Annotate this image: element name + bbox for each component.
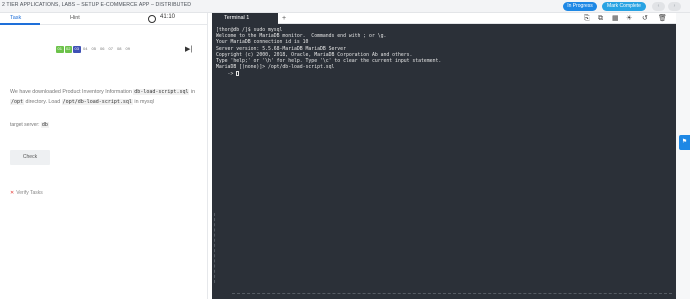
step-item[interactable]: 01 bbox=[56, 46, 64, 53]
status-badge: In Progress bbox=[563, 2, 597, 11]
active-tab-indicator bbox=[0, 23, 40, 25]
timer-icon bbox=[148, 15, 156, 23]
step-item[interactable]: 06 bbox=[99, 46, 107, 53]
step-item[interactable]: 05 bbox=[90, 46, 98, 53]
copy-icon[interactable]: ⎘ bbox=[584, 14, 590, 23]
task-text: in bbox=[190, 89, 196, 95]
grid-icon[interactable]: ▦ bbox=[612, 14, 619, 23]
history-icon[interactable]: ↺ bbox=[642, 14, 648, 23]
task-tabs: Task Hint 41:10 bbox=[0, 13, 208, 25]
add-terminal-button[interactable]: + bbox=[282, 13, 286, 24]
terminal-cursor bbox=[236, 71, 240, 77]
timer: 41:10 bbox=[160, 14, 176, 20]
step-item[interactable]: 08 bbox=[116, 46, 124, 53]
terminal-header: Terminal 1 + ⎘ ⧉ ▦ ☀ ↺ 🗑 bbox=[212, 13, 676, 24]
delete-icon[interactable]: 🗑 bbox=[658, 14, 667, 23]
side-strip bbox=[676, 13, 690, 299]
code-snippet: /opt bbox=[10, 99, 25, 105]
scroll-marker bbox=[214, 213, 216, 283]
prev-button[interactable]: ‹ bbox=[652, 2, 665, 11]
close-icon: ✕ bbox=[10, 190, 15, 196]
target-value: db bbox=[40, 122, 49, 128]
code-snippet: /opt/db-load-script.sql bbox=[61, 99, 133, 105]
top-bar: 2 TIER APPLICATIONS, LABS – SETUP E-COMM… bbox=[0, 0, 690, 13]
tab-task[interactable]: Task bbox=[10, 15, 21, 21]
target-server: target server: db bbox=[10, 122, 49, 128]
task-text: in mysql bbox=[134, 99, 154, 105]
step-item[interactable]: 07 bbox=[107, 46, 115, 53]
help-icon[interactable]: ⚑ bbox=[679, 135, 690, 150]
external-icon[interactable]: ⧉ bbox=[598, 14, 603, 23]
task-text: directory. Load bbox=[25, 99, 61, 105]
tab-hint[interactable]: Hint bbox=[70, 15, 80, 21]
step-item[interactable]: 03 bbox=[73, 46, 81, 53]
task-text: We have downloaded Product Inventory Inf… bbox=[10, 89, 132, 95]
step-item[interactable]: 09 bbox=[124, 46, 132, 53]
terminal-output[interactable]: [thor@db /]$ sudo mysql Welcome to the Ma… bbox=[216, 28, 672, 79]
brightness-icon[interactable]: ☀ bbox=[626, 14, 632, 23]
target-label: target server: bbox=[10, 122, 40, 128]
check-button[interactable]: Check bbox=[10, 150, 50, 165]
step-item[interactable]: 04 bbox=[82, 46, 90, 53]
task-description: We have downloaded Product Inventory Inf… bbox=[10, 87, 200, 107]
terminal-prompt-line: -> bbox=[216, 71, 672, 78]
task-panel: Task Hint 41:10 01 02 03 04 05 06 07 08 … bbox=[0, 13, 208, 299]
skip-icon[interactable]: ▶| bbox=[185, 45, 192, 53]
terminal-line: -> bbox=[216, 72, 237, 78]
verify-label: Verify Tasks bbox=[16, 190, 43, 196]
step-list: 01 02 03 04 05 06 07 08 09 bbox=[56, 46, 132, 53]
tab-terminal-1[interactable]: Terminal 1 bbox=[212, 13, 278, 24]
verify-tasks[interactable]: ✕ Verify Tasks bbox=[10, 190, 43, 196]
next-button[interactable]: › bbox=[668, 2, 681, 11]
code-snippet: db-load-script.sql bbox=[133, 89, 190, 95]
mark-complete-button[interactable]: Mark Complete bbox=[602, 2, 646, 11]
terminal-panel: Terminal 1 + ⎘ ⧉ ▦ ☀ ↺ 🗑 [thor@db /]$ su… bbox=[212, 13, 676, 299]
step-item[interactable]: 02 bbox=[64, 46, 72, 53]
breadcrumb: 2 TIER APPLICATIONS, LABS – SETUP E-COMM… bbox=[2, 2, 192, 8]
bottom-marker bbox=[232, 293, 672, 298]
